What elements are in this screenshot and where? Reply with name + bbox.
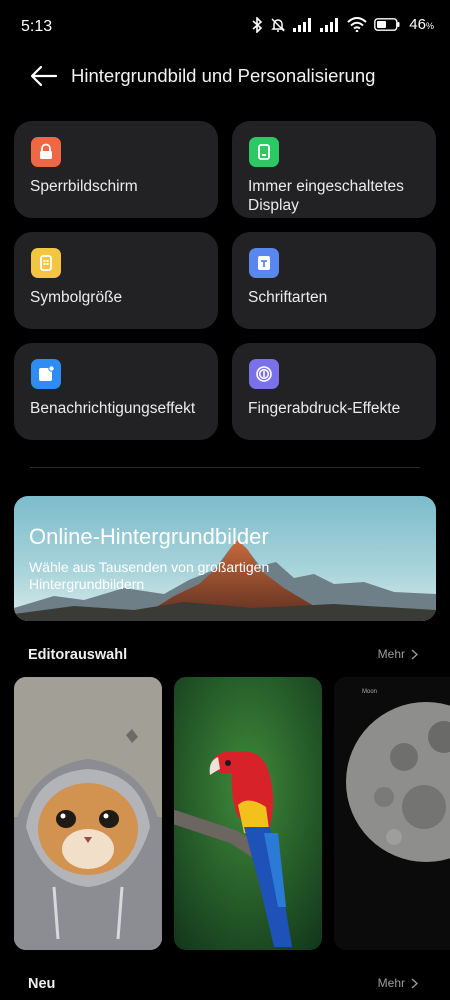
fingerprint-icon	[249, 359, 279, 389]
lock-icon	[31, 137, 61, 167]
display-icon	[249, 137, 279, 167]
section-title-new: Neu	[28, 976, 56, 992]
parrot-wallpaper-image	[174, 677, 322, 950]
battery-percent: 46%	[409, 16, 434, 33]
tile-label: Benachrichtigungseffekt	[30, 400, 196, 417]
back-arrow-icon[interactable]	[30, 64, 58, 88]
more-label: Mehr	[377, 647, 405, 661]
tile-notification-effect[interactable]: Benachrichtigungseffekt	[14, 343, 218, 440]
status-icons: 46%	[251, 16, 434, 33]
moon-label: Moon	[362, 689, 378, 695]
moon-wallpaper-image	[334, 677, 450, 950]
font-icon	[249, 248, 279, 278]
chevron-right-icon	[411, 648, 418, 660]
cat-wallpaper-image	[14, 677, 162, 950]
bluetooth-icon	[252, 16, 263, 33]
chevron-right-icon	[411, 977, 418, 989]
tile-label: Schriftarten	[248, 289, 328, 306]
notification-icon	[31, 359, 61, 389]
status-bar: 5:13 46%	[0, 0, 450, 52]
app-header: Hintergrundbild und Personalisierung	[0, 52, 450, 100]
more-link-editors-choice[interactable]: Mehr	[378, 647, 418, 661]
wallpaper-card-parrot[interactable]	[174, 677, 322, 950]
tile-label: Immer eingeschaltetes Display	[248, 178, 404, 214]
tile-lock-screen[interactable]: Sperrbildschirm	[14, 121, 218, 218]
divider	[30, 467, 420, 468]
section-title-editors-choice: Editorauswahl	[28, 647, 128, 663]
banner-subtitle: Wähle aus Tausenden von großartigen Hint…	[29, 559, 270, 592]
more-link-new[interactable]: Mehr	[378, 976, 418, 990]
tile-label: Sperrbildschirm	[30, 178, 138, 195]
banner-title: Online-Hintergrundbilder	[29, 524, 269, 549]
tile-fingerprint-effects[interactable]: Fingerabdruck-Effekte	[232, 343, 436, 440]
signal-icon-2	[320, 17, 339, 32]
tile-label: Symbolgröße	[30, 289, 123, 306]
app-icon	[31, 248, 61, 278]
wallpaper-card-cat[interactable]	[14, 677, 162, 950]
online-wallpapers-banner[interactable]: Online-Hintergrundbilder Wähle aus Tause…	[14, 496, 436, 621]
battery-icon	[374, 18, 400, 31]
wallpaper-card-moon[interactable]: Moon	[334, 677, 450, 950]
tile-fonts[interactable]: Schriftarten	[232, 232, 436, 329]
tile-always-on-display[interactable]: Immer eingeschaltetes Display	[232, 121, 436, 218]
tile-icon-size[interactable]: Symbolgröße	[14, 232, 218, 329]
wifi-icon	[347, 17, 367, 32]
page-title: Hintergrundbild und Personalisierung	[71, 65, 376, 86]
more-label: Mehr	[377, 976, 405, 990]
status-time: 5:13	[21, 18, 53, 35]
bell-muted-icon	[271, 17, 286, 32]
tile-label: Fingerabdruck-Effekte	[248, 400, 401, 417]
signal-icon-1	[293, 17, 312, 32]
